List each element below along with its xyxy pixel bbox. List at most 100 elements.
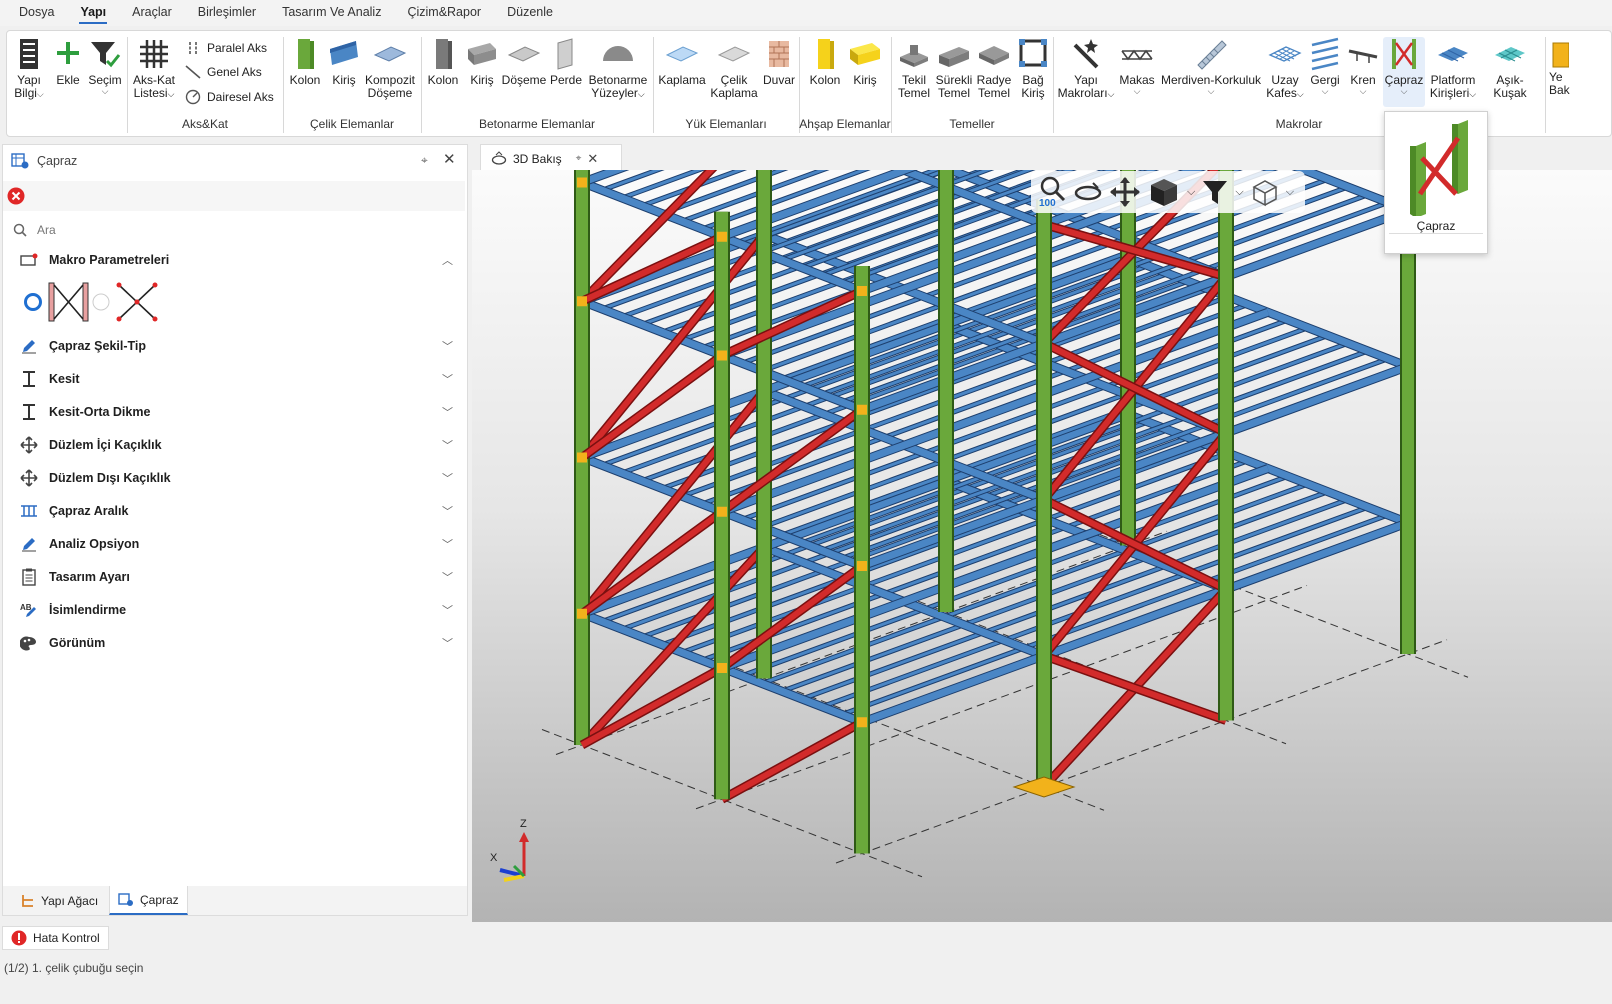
search-input[interactable]: Ara — [37, 223, 56, 237]
tab-3d-view[interactable]: 3D Bakış ⌖ ✕ — [480, 144, 622, 172]
bracing-large-icon — [1410, 120, 1468, 218]
menu-dosya[interactable]: Dosya — [6, 0, 67, 26]
move-icon — [19, 468, 39, 488]
gusset-plate[interactable] — [717, 350, 727, 361]
section-isimlendirme[interactable]: AB İsimlendirme ﹀ — [19, 599, 453, 621]
axis-label-x: X — [490, 852, 498, 864]
menu-yapi[interactable]: Yapı — [67, 0, 119, 26]
tab-label: Yapı Ağacı — [41, 893, 99, 908]
gusset-plate[interactable] — [577, 296, 587, 307]
section-gorunum[interactable]: Görünüm ﹀ — [19, 632, 453, 654]
move-icon — [19, 435, 39, 455]
menu-tasarim-analiz[interactable]: Tasarım Ve Analiz — [269, 0, 394, 26]
menu-araclar[interactable]: Araçlar — [119, 0, 185, 26]
section-duzlem-disi-kaciklik[interactable]: Düzlem Dışı Kaçıklık ﹀ — [19, 467, 453, 489]
filter-icon[interactable] — [1201, 177, 1229, 207]
chevron-down-icon: ﹀ — [442, 473, 453, 485]
section-kesit-orta-dikme[interactable]: Kesit-Orta Dikme ﹀ — [19, 401, 453, 423]
section-label: Çapraz Aralık — [49, 504, 129, 518]
rotate-icon[interactable] — [1073, 177, 1103, 207]
section-tasarim-ayari[interactable]: Tasarım Ayarı ﹀ — [19, 566, 453, 588]
axis-label-z: Z — [520, 818, 527, 830]
makro-parametreleri-header[interactable]: Makro Parametreleri ︿ — [19, 249, 453, 271]
radio-selected[interactable] — [24, 293, 42, 311]
svg-text:AB: AB — [20, 603, 32, 612]
section-capraz-sekil-tip[interactable]: Çapraz Şekil-Tip ﹀ — [19, 335, 453, 357]
x-brace-nodes-option-icon[interactable] — [116, 282, 158, 322]
gusset-plate[interactable] — [717, 506, 727, 517]
gusset-plate[interactable] — [577, 452, 587, 463]
close-icon[interactable]: ✕ — [443, 150, 456, 168]
gusset-plate[interactable] — [717, 663, 727, 673]
gusset-plate[interactable] — [577, 608, 587, 619]
ribbon: Yapı Bilgi⌵ Ekle Seçim ⌵ Aks-Kat Listesi⌵… — [6, 30, 1612, 137]
bracing-panel-icon — [118, 892, 133, 906]
pin-icon[interactable]: ⌖ — [421, 153, 428, 168]
gusset-plate[interactable] — [717, 231, 727, 242]
brace-type-options — [21, 281, 181, 325]
building-info-icon — [20, 39, 38, 69]
clipboard-icon — [19, 567, 39, 587]
error-circle-icon[interactable] — [7, 187, 25, 205]
pin-icon[interactable]: ⌖ — [576, 153, 582, 164]
gusset-plate[interactable] — [857, 404, 867, 415]
structure-model[interactable] — [472, 170, 1612, 922]
section-analiz-opsiyon[interactable]: Analiz Opsiyon ﹀ — [19, 533, 453, 555]
section-duzlem-ici-kaciklik[interactable]: Düzlem İçi Kaçıklık ﹀ — [19, 434, 453, 456]
chevron-down-icon[interactable]: ⌵ — [1187, 186, 1195, 199]
hata-kontrol-label: Hata Kontrol — [33, 931, 100, 945]
search-box[interactable]: Ara — [13, 219, 459, 241]
plus-icon — [57, 42, 79, 64]
secim-button[interactable]: Seçim ⌵ — [87, 37, 123, 96]
hata-kontrol-button[interactable]: Hata Kontrol — [2, 926, 109, 950]
steel-brace[interactable] — [720, 719, 864, 802]
chevron-down-icon[interactable]: ⌵ — [1286, 186, 1294, 199]
steel-brace[interactable] — [1042, 652, 1228, 724]
chevron-up-icon: ︿ — [442, 255, 453, 267]
gusset-plate[interactable] — [857, 561, 867, 571]
group-label-betonarme: Betonarme Elemanlar — [478, 117, 596, 131]
pan-icon[interactable] — [1109, 176, 1141, 208]
zoom-button[interactable]: 100 — [1037, 174, 1067, 210]
tab-label: Çapraz — [140, 892, 179, 907]
x-brace-option-icon[interactable] — [48, 282, 89, 322]
chevron-down-icon[interactable]: ⌵ — [1235, 186, 1243, 199]
steel-brace[interactable] — [580, 665, 724, 748]
menu-duzenle[interactable]: Düzenle — [494, 0, 566, 26]
group-label-akskat: Aks&Kat — [181, 117, 229, 131]
section-label: Analiz Opsiyon — [49, 537, 140, 551]
section-capraz-aralik[interactable]: Çapraz Aralık ﹀ — [19, 500, 453, 522]
chevron-down-icon: ﹀ — [442, 572, 453, 584]
menu-birlesimler[interactable]: Birleşimler — [185, 0, 269, 26]
capraz-dropdown-item[interactable]: Çapraz — [1389, 116, 1483, 234]
section-kesit[interactable]: Kesit ﹀ — [19, 368, 453, 390]
view-cube-icon[interactable] — [1147, 176, 1181, 208]
3d-viewport[interactable]: Z X — [472, 170, 1612, 922]
orbit-3d-icon — [491, 150, 507, 165]
radio-unselected[interactable] — [92, 293, 110, 311]
gusset-plate[interactable] — [857, 717, 867, 728]
ye-bak-button[interactable]: Ye Bak — [1549, 37, 1589, 97]
tab-capraz[interactable]: Çapraz — [109, 886, 188, 915]
gusset-plate[interactable] — [857, 286, 867, 296]
ground-axis-line[interactable] — [835, 639, 1448, 864]
gusset-plate[interactable] — [577, 177, 587, 188]
ribbon-separator — [1545, 37, 1546, 133]
tab-yapi-agaci[interactable]: Yapı Ağacı — [13, 886, 106, 915]
error-bar — [3, 181, 465, 211]
chevron-down-icon: ﹀ — [442, 341, 453, 353]
edit-icon — [19, 534, 39, 554]
menu-bar: Dosya Yapı Araçlar Birleşimler Tasarım V… — [0, 0, 1612, 26]
base-plate[interactable] — [1012, 776, 1076, 798]
ekle-button[interactable]: Ekle — [53, 37, 83, 87]
yapi-bilgi-button[interactable]: Yapı Bilgi⌵ — [9, 37, 49, 100]
search-icon — [13, 223, 27, 237]
menu-cizim-rapor[interactable]: Çizim&Rapor — [394, 0, 494, 26]
chevron-down-icon: ﹀ — [442, 605, 453, 617]
close-icon[interactable]: ✕ — [587, 151, 598, 167]
chevron-down-icon: ﹀ — [442, 407, 453, 419]
section-label: Görünüm — [49, 636, 106, 650]
section-box-icon[interactable] — [1250, 177, 1280, 207]
i-beam-icon — [19, 369, 39, 389]
zoom-level: 100 — [1039, 198, 1056, 209]
